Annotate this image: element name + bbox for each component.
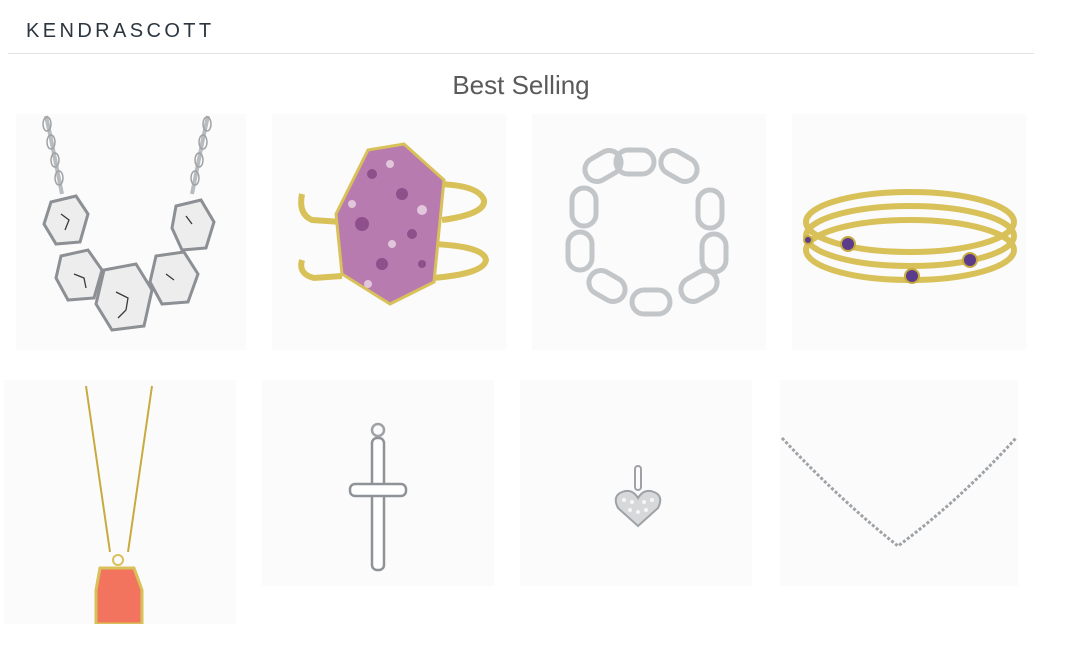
- site-header: KENDRASCOTT: [8, 0, 1034, 54]
- white-stone-necklace-icon: [16, 114, 246, 350]
- coral-pendant-icon: [4, 380, 236, 624]
- product-tile-cross-charm[interactable]: [262, 380, 494, 586]
- brand-logo[interactable]: KENDRASCOTT: [26, 20, 215, 43]
- silver-chain-necklace-icon: [780, 380, 1018, 586]
- product-tile-pendant-necklace[interactable]: [4, 380, 236, 624]
- silver-link-bracelet-icon: [532, 114, 766, 350]
- product-tile-bangle-set[interactable]: [792, 114, 1026, 350]
- product-tile-chain-bracelet[interactable]: [532, 114, 766, 350]
- product-tile-statement-necklace[interactable]: [16, 114, 246, 350]
- product-tile-chain-necklace[interactable]: [780, 380, 1018, 586]
- product-tile-heart-charm[interactable]: [520, 380, 752, 586]
- section-title: Best Selling: [452, 70, 590, 100]
- purple-drusy-cuff-icon: [272, 114, 506, 350]
- silver-cross-charm-icon: [262, 380, 494, 586]
- pave-heart-charm-icon: [520, 380, 752, 586]
- product-tile-drusy-cuff[interactable]: [272, 114, 506, 350]
- gold-bangle-set-icon: [792, 114, 1026, 350]
